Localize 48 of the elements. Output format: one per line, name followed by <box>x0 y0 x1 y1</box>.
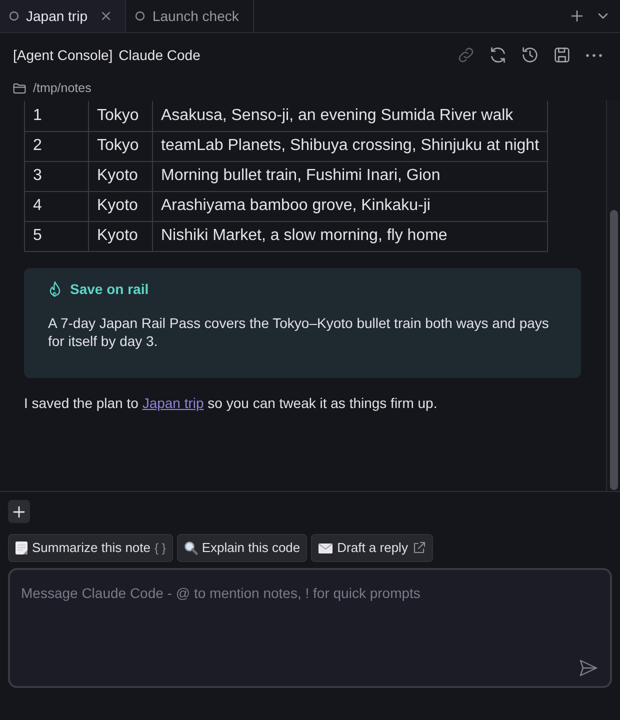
more-icon <box>586 54 602 56</box>
table-cell: teamLab Planets, Shibuya crossing, Shinjuku at night <box>152 131 548 161</box>
attach-button[interactable] <box>8 500 30 523</box>
notepad-icon <box>15 541 28 555</box>
table-cell: 4 <box>24 191 88 221</box>
envelope-icon <box>318 542 334 554</box>
save-icon <box>552 45 572 65</box>
braces-icon: { } <box>154 539 166 557</box>
ring-icon <box>9 11 19 21</box>
table-cell: Kyoto <box>88 191 152 221</box>
note-tab[interactable]: Launch check <box>126 0 254 32</box>
table-cell: Tokyo <box>88 101 152 131</box>
table-cell: Arashiyama bamboo grove, Kinkaku-ji <box>152 191 548 221</box>
table-cell: 3 <box>24 161 88 191</box>
note-tab[interactable]: Japan trip <box>0 0 126 32</box>
table-cell: Kyoto <box>88 221 152 251</box>
table-cell: Kyoto <box>88 161 152 191</box>
message-text: I saved the plan to Japan trip so you can tweak it as things firm up. <box>24 394 438 412</box>
scrollbar-thumb[interactable] <box>610 210 618 490</box>
plus-icon <box>571 10 583 22</box>
history-icon <box>520 45 540 65</box>
table-cell: 2 <box>24 131 88 161</box>
refresh-icon <box>488 45 508 65</box>
close-icon <box>101 11 112 21</box>
quick-prompt-button[interactable]: Draft a reply <box>311 534 433 562</box>
callout-title: Save on rail <box>70 280 149 299</box>
message-field[interactable]: Message Claude Code - @ to mention notes, ! for quick prompts <box>8 568 612 688</box>
table-cell: 5 <box>24 221 88 251</box>
flame-icon <box>48 281 62 298</box>
table-cell: Tokyo <box>88 131 152 161</box>
table-cell: Morning bullet train, Fushimi Inari, Gion <box>152 161 548 191</box>
table-cell: Asakusa, Senso-ji, an evening Sumida River walk <box>152 101 548 131</box>
magnifier-icon <box>184 541 198 555</box>
table-cell: 1 <box>24 101 88 131</box>
note-link[interactable]: Japan trip <box>142 394 204 410</box>
folder-path: /tmp/notes <box>33 80 92 98</box>
plus-icon <box>13 506 25 518</box>
console-title: Claude Code <box>118 46 200 64</box>
send-button[interactable] <box>579 659 598 677</box>
callout-text: A 7-day Japan Rail Pass covers the Tokyo–Kyoto bullet train both ways and pays for itself by day 3. <box>48 314 550 350</box>
quick-prompt-button[interactable]: Summarize this note { } <box>8 534 173 562</box>
table-cell: Nishiki Market, a slow morning, fly home <box>152 221 548 251</box>
ring-icon <box>135 11 146 21</box>
send-icon <box>579 659 598 677</box>
folder-icon <box>13 83 26 94</box>
console-context: [Agent Console] <box>13 46 113 65</box>
link-icon <box>456 45 476 65</box>
quick-prompt-button[interactable]: Explain this code <box>176 534 308 562</box>
